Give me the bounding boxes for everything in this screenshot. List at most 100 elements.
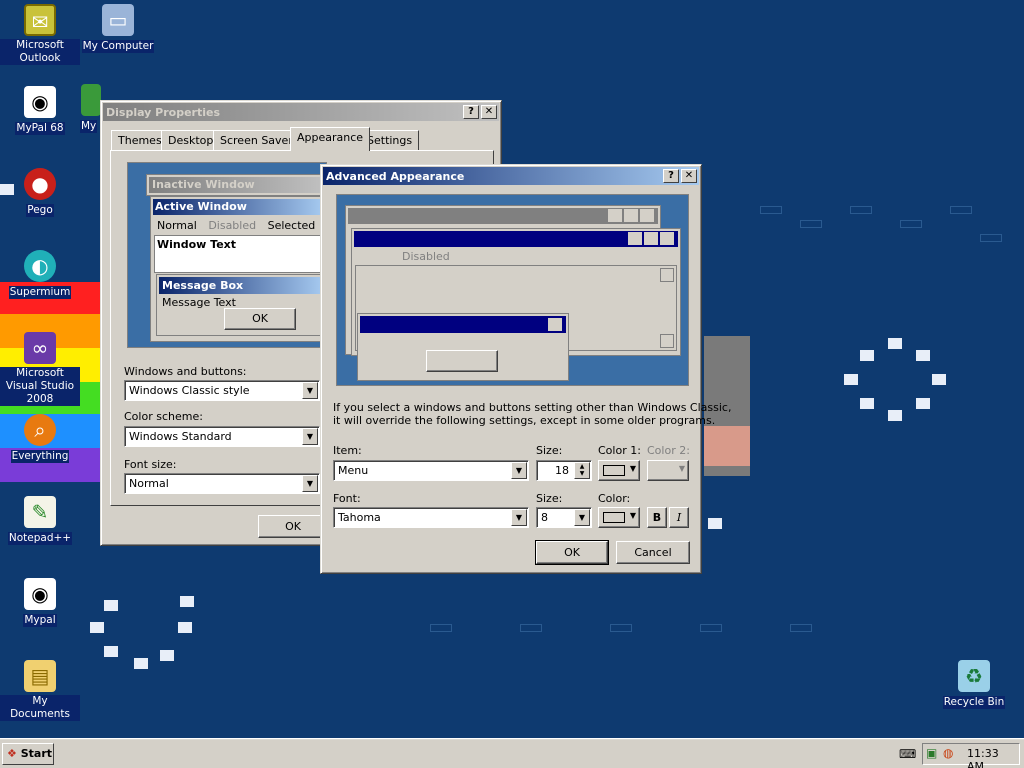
wallpaper-pattern (950, 206, 972, 214)
italic-button[interactable]: I (669, 507, 689, 528)
dropdown-arrow-icon[interactable]: ▼ (302, 428, 318, 445)
start-button[interactable]: ❖ Start (2, 743, 54, 765)
close-button[interactable]: ✕ (481, 105, 497, 119)
color1-picker[interactable]: ▼ (598, 460, 640, 481)
wallpaper-pattern (900, 220, 922, 228)
desktop-icon-partial[interactable]: My (80, 84, 102, 133)
font-size-select-adv[interactable]: 8 ▼ (536, 507, 592, 528)
preview-close-icon (548, 318, 562, 331)
preview-close-icon (660, 232, 674, 245)
wallpaper-star (104, 646, 118, 657)
windows-buttons-select[interactable]: Windows Classic style ▼ (124, 380, 320, 401)
advanced-preview-message-box (357, 313, 569, 381)
network-icon (81, 84, 101, 116)
dropdown-arrow-icon[interactable]: ▼ (302, 475, 318, 492)
font-label: Font: (333, 492, 361, 505)
wallpaper-pattern (800, 220, 822, 228)
desktop-icon-notepadpp[interactable]: ✎ Notepad++ (0, 496, 80, 545)
wallpaper-star (916, 398, 930, 409)
wallpaper-pattern (980, 234, 1002, 242)
wallpaper-pattern (850, 206, 872, 214)
preview-minimize-icon (608, 209, 622, 222)
help-button[interactable]: ? (663, 169, 679, 183)
preview-close-icon (640, 209, 654, 222)
advanced-note-line2: it will override the following settings,… (333, 414, 716, 427)
tab-appearance[interactable]: Appearance (290, 127, 371, 151)
cat-face (704, 426, 750, 466)
pego-icon: ● (24, 168, 56, 200)
color-scheme-select[interactable]: Windows Standard ▼ (124, 426, 320, 447)
desktop-icon-visual-studio[interactable]: ∞ Microsoft Visual Studio 2008 (0, 332, 80, 406)
close-button[interactable]: ✕ (681, 169, 697, 183)
color-swatch (603, 512, 625, 523)
wallpaper-star (888, 338, 902, 349)
clock[interactable]: 11:33 AM (967, 747, 1019, 768)
keyboard-icon[interactable]: ⌨ (899, 747, 916, 761)
wallpaper-star (916, 350, 930, 361)
font-size-select[interactable]: Normal ▼ (124, 473, 320, 494)
dropdown-arrow-icon[interactable]: ▼ (302, 382, 318, 399)
advanced-appearance-titlebar[interactable]: Advanced Appearance ? ✕ (323, 167, 699, 185)
font-select[interactable]: Tahoma ▼ (333, 507, 529, 528)
notepad-icon: ✎ (24, 496, 56, 528)
visual-studio-icon: ∞ (24, 332, 56, 364)
desktop-icon-everything[interactable]: ⌕ Everything (0, 414, 80, 463)
bold-button[interactable]: B (647, 507, 667, 528)
dropdown-arrow-icon[interactable]: ▼ (574, 509, 590, 526)
preview-inactive-window: Inactive Window (146, 174, 326, 196)
dropdown-arrow-icon[interactable]: ▼ (511, 462, 527, 479)
advanced-cancel-button[interactable]: Cancel (616, 541, 690, 564)
spinner-arrows-icon[interactable]: ▲ ▼ (574, 462, 590, 479)
wallpaper-star (860, 350, 874, 361)
item-select[interactable]: Menu ▼ (333, 460, 529, 481)
wallpaper-pattern (520, 624, 542, 632)
color-scheme-label: Color scheme: (124, 410, 203, 423)
wallpaper-star (888, 410, 902, 421)
system-tray: ▣ ◍ 11:33 AM (922, 743, 1020, 768)
raccoon-icon: ◉ (24, 86, 56, 118)
desktop-icon-outlook[interactable]: ✉ Microsoft Outlook (0, 4, 80, 65)
font-color-picker[interactable]: ▼ (598, 507, 640, 528)
item-label: Item: (333, 444, 362, 457)
item-size-spinner[interactable]: 18 ▲ ▼ (536, 460, 592, 481)
desktop-icon-recycle-bin[interactable]: ♻ Recycle Bin (934, 660, 1014, 709)
color-swatch (603, 465, 625, 476)
wallpaper-star (160, 650, 174, 661)
desktop-icon-supermium[interactable]: ◐ Supermium (0, 250, 80, 299)
tab-screen-saver[interactable]: Screen Saver (213, 130, 300, 150)
tab-desktop[interactable]: Desktop (161, 130, 221, 150)
desktop-icon-my-documents[interactable]: ▤ My Documents (0, 660, 80, 721)
font-size-label-adv: Size: (536, 492, 563, 505)
font-size-label: Font size: (124, 458, 177, 471)
preview-minimize-icon (628, 232, 642, 245)
wallpaper-star (708, 518, 722, 529)
wallpaper-pattern (430, 624, 452, 632)
wallpaper-star (844, 374, 858, 385)
wallpaper-pattern (700, 624, 722, 632)
preview-maximize-icon (644, 232, 658, 245)
wallpaper-star (104, 600, 118, 611)
wallpaper-star (932, 374, 946, 385)
desktop-icon-my-computer[interactable]: ▭ My Computer (78, 4, 158, 53)
preview-scroll-down-icon (660, 334, 674, 348)
help-button[interactable]: ? (463, 105, 479, 119)
dropdown-arrow-icon[interactable]: ▼ (511, 509, 527, 526)
sound-tray-icon[interactable]: ◍ (943, 746, 953, 760)
color1-label: Color 1: (598, 444, 641, 457)
dropdown-arrow-icon: ▼ (629, 511, 636, 520)
desktop-icon-pego[interactable]: ● Pego (0, 168, 80, 217)
color2-label: Color 2: (647, 444, 690, 457)
folder-icon: ▤ (24, 660, 56, 692)
desktop-icon-mypal[interactable]: ◉ Mypal (0, 578, 80, 627)
search-icon: ⌕ (24, 414, 56, 446)
wallpaper-pattern (790, 624, 812, 632)
display-ok-button[interactable]: OK (258, 515, 328, 538)
raccoon-icon: ◉ (24, 578, 56, 610)
dropdown-arrow-icon: ▼ (629, 464, 636, 473)
display-properties-titlebar[interactable]: Display Properties ? ✕ (103, 103, 499, 121)
desktop-icon-mypal68[interactable]: ◉ MyPal 68 (0, 86, 80, 135)
wallpaper-pattern (610, 624, 632, 632)
advanced-ok-button[interactable]: OK (535, 540, 609, 565)
wallpaper-star (90, 622, 104, 633)
network-tray-icon[interactable]: ▣ (926, 746, 937, 760)
